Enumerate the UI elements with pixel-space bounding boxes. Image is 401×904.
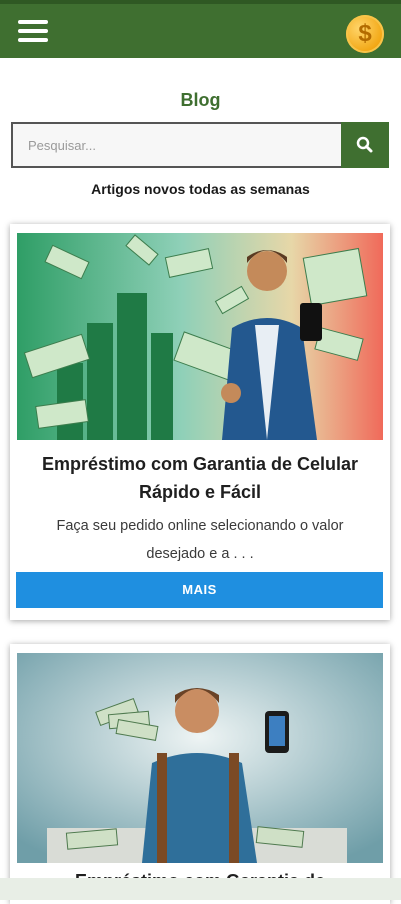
search-button[interactable] <box>341 122 389 168</box>
dollar-coin-icon[interactable]: $ <box>346 15 384 53</box>
bottom-bar <box>0 878 401 900</box>
top-header: $ <box>0 0 401 58</box>
hamburger-menu-icon[interactable] <box>18 20 48 46</box>
post-image[interactable] <box>17 653 383 863</box>
search-bar <box>11 122 389 168</box>
tagline: Artigos novos todas as semanas <box>91 181 310 197</box>
post-title[interactable]: Empréstimo com Garantia de Celular Rápid… <box>20 450 380 506</box>
search-input[interactable] <box>11 122 341 168</box>
read-more-button[interactable]: MAIS <box>16 572 383 608</box>
blog-post-card: Empréstimo com Garantia de <box>10 644 390 904</box>
post-excerpt: Faça seu pedido online selecionando o va… <box>56 518 344 562</box>
post-image[interactable] <box>17 233 383 440</box>
blog-post-card: Empréstimo com Garantia de Celular Rápid… <box>10 224 390 620</box>
page-title: Blog <box>180 90 221 110</box>
search-icon <box>356 136 373 153</box>
